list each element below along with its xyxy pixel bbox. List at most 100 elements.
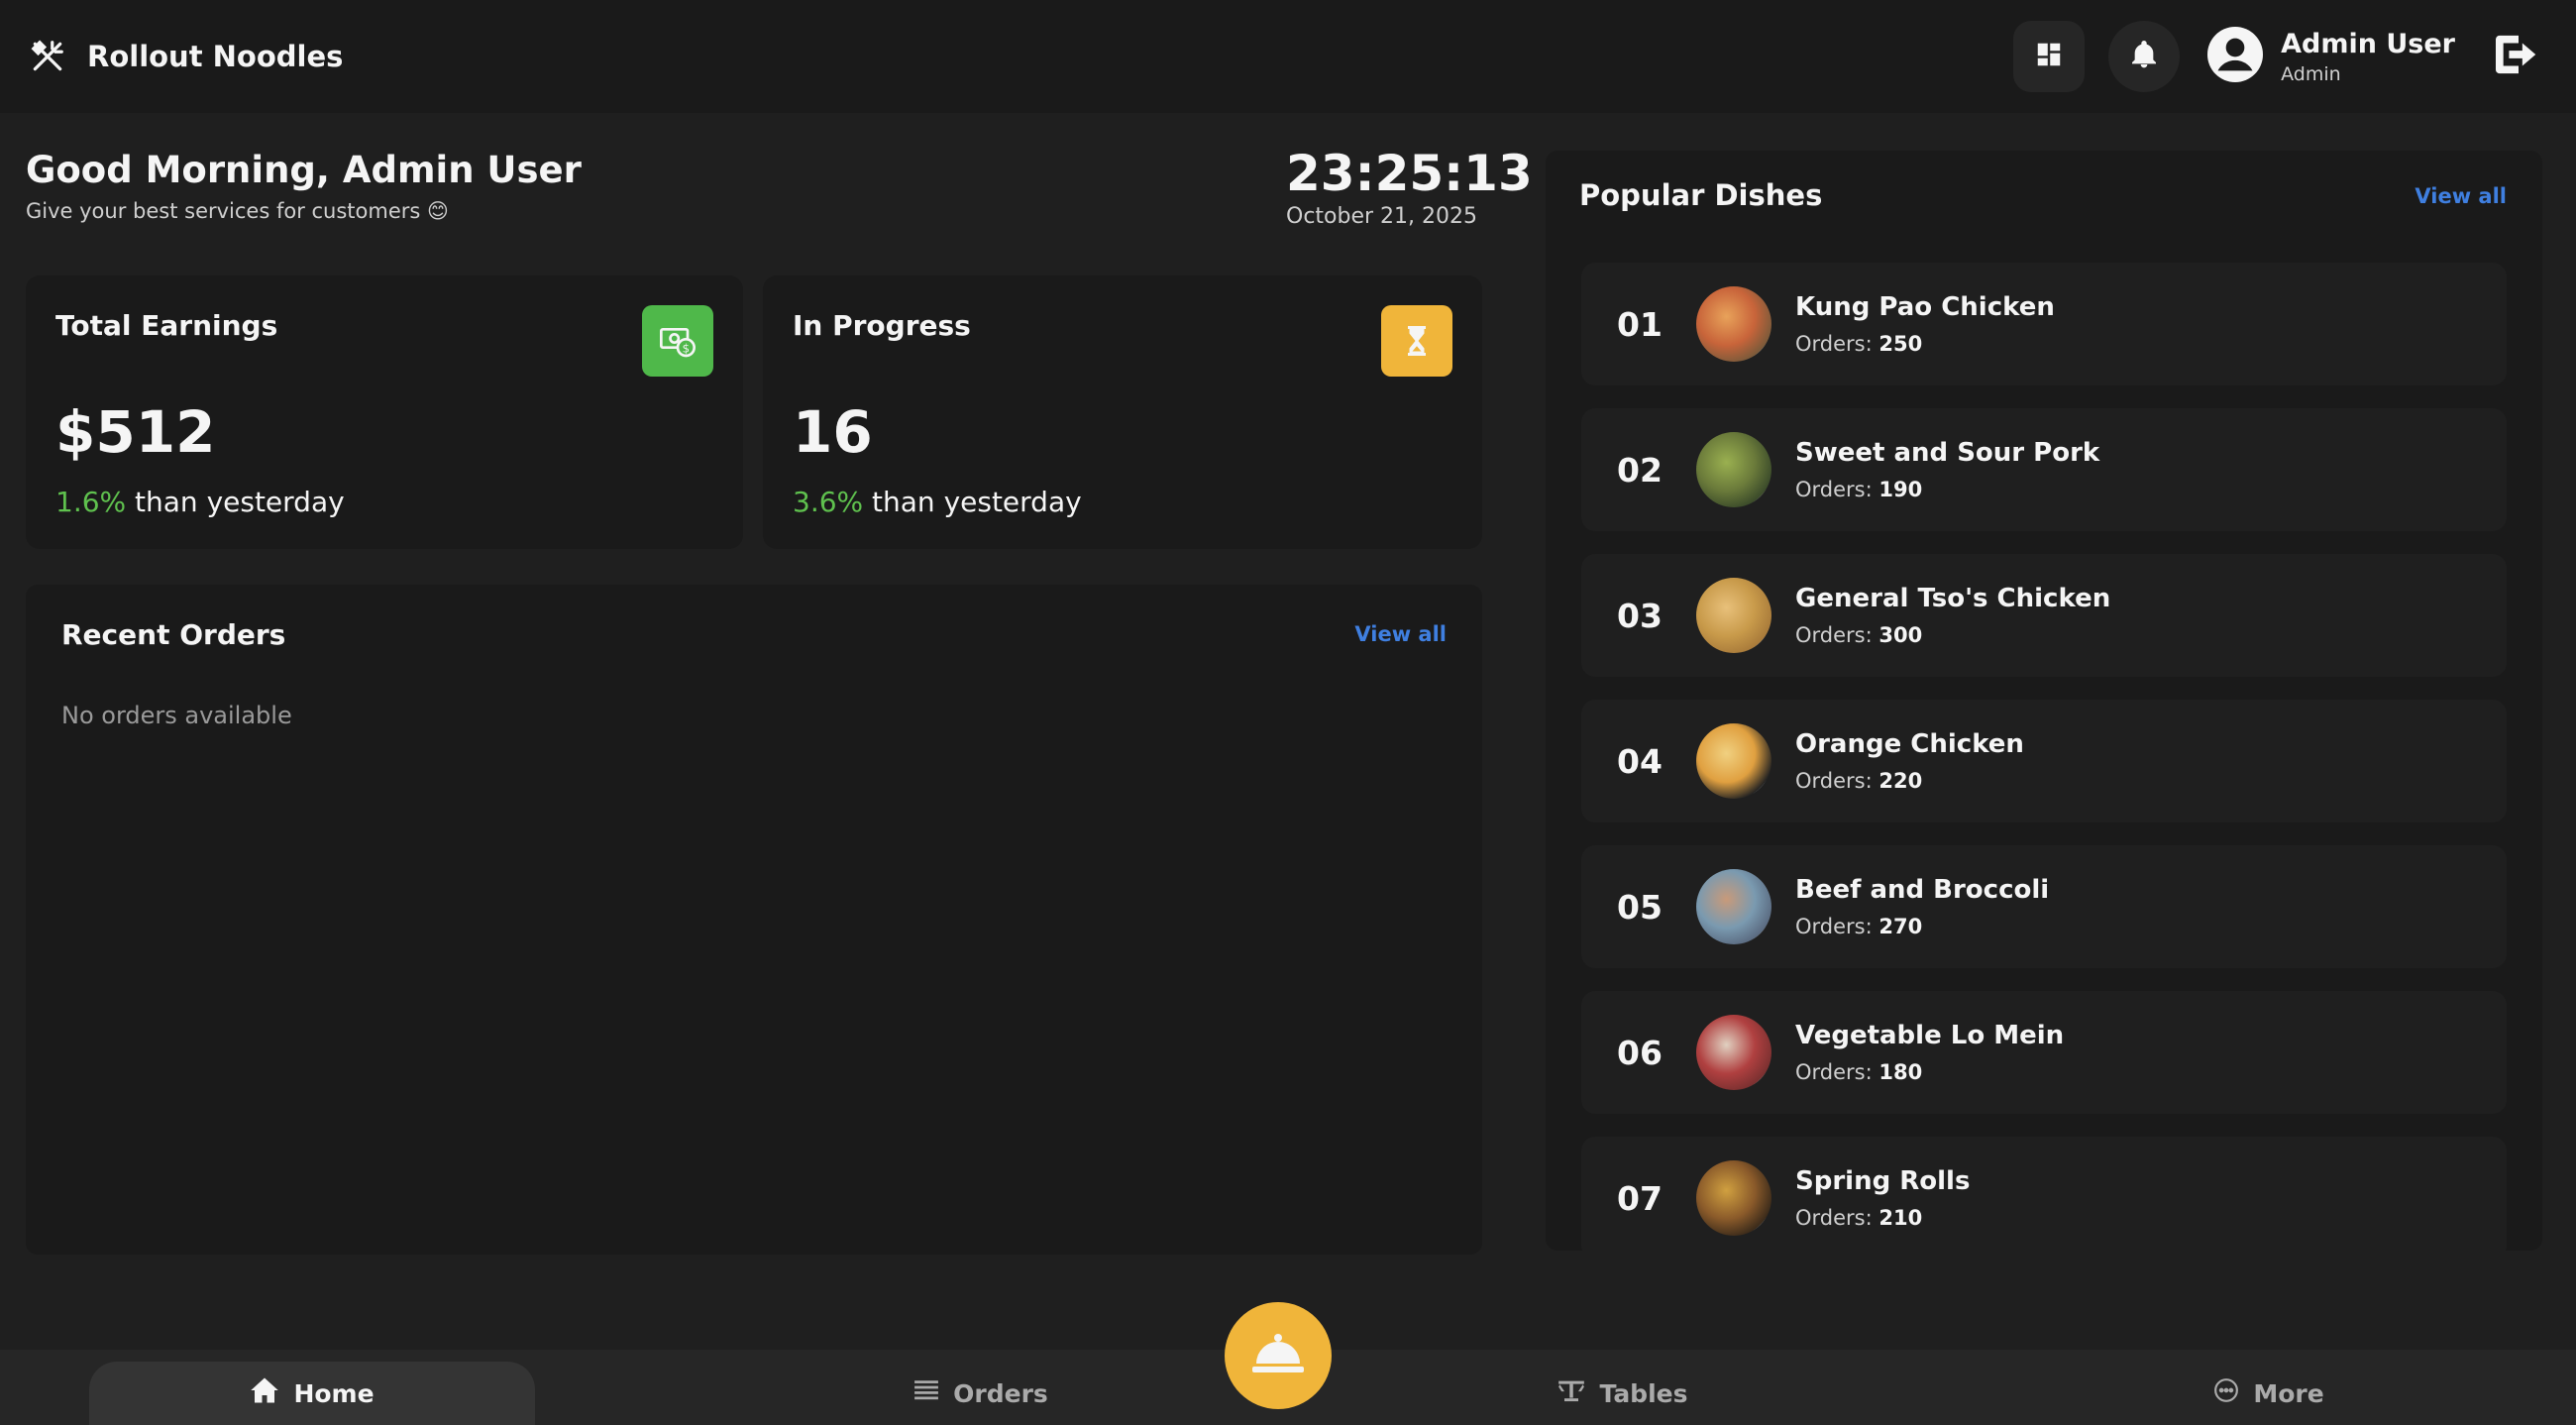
user-role: Admin [2281,62,2341,85]
dish-thumbnail [1696,869,1771,944]
user-profile[interactable]: Admin User Admin [2207,27,2455,86]
table-icon [1557,1377,1585,1409]
dish-rank: 07 [1617,1178,1663,1218]
nav-tables[interactable]: Tables [1534,1362,1712,1425]
dashboard-button[interactable] [2013,21,2086,92]
greeting-title: Good Morning, Admin User [26,149,582,191]
dish-name: Orange Chicken [1795,729,2024,759]
dish-name: Sweet and Sour Pork [1795,438,2100,468]
dish-rank: 02 [1617,450,1663,490]
total-earnings-pct: 1.6% [55,486,127,518]
nav-more-label: More [2253,1378,2324,1408]
dish-orders-count: 180 [1878,1060,1923,1084]
dish-thumbnail [1696,1015,1771,1090]
dish-orders-label: Orders: [1795,478,1873,501]
dish-thumbnail [1696,286,1771,362]
total-earnings-value: $512 [55,398,216,466]
dish-orders-label: Orders: [1795,332,1873,356]
dish-orders: Orders: 270 [1795,915,2049,938]
nav-home[interactable]: Home [89,1362,535,1425]
money-icon: $ [642,305,713,377]
cloche-icon [1250,1332,1306,1379]
dish-rank: 06 [1617,1033,1663,1072]
clock: 23:25:13 October 21, 2025 [1286,145,1533,229]
top-bar: Rollout Noodles Admin User Admin [0,0,2576,113]
dish-rank: 01 [1617,304,1663,344]
dashboard-icon [2034,40,2064,73]
dish-thumbnail [1696,578,1771,653]
dish-orders-count: 300 [1878,623,1923,647]
dish-orders: Orders: 220 [1795,769,2024,793]
notifications-button[interactable] [2108,21,2181,92]
dish-orders: Orders: 210 [1795,1206,1970,1230]
dish-name: Beef and Broccoli [1795,875,2050,905]
in-progress-title: In Progress [793,309,971,342]
in-progress-value: 16 [793,398,873,466]
dish-orders-label: Orders: [1795,1206,1873,1230]
dish-orders: Orders: 250 [1795,332,2055,356]
popular-dishes-view-all-link[interactable]: View all [2415,184,2507,208]
dish-orders-count: 190 [1878,478,1923,501]
dish-row[interactable]: 01 Kung Pao Chicken Orders: 250 [1581,263,2507,385]
greeting: Good Morning, Admin User Give your best … [26,149,582,223]
hourglass-icon [1381,305,1452,377]
recent-orders-view-all-link[interactable]: View all [1354,622,1447,646]
total-earnings-suffix: than yesterday [126,486,345,518]
dish-orders-count: 270 [1878,915,1923,938]
dish-row[interactable]: 07 Spring Rolls Orders: 210 [1581,1137,2507,1251]
dish-orders-count: 250 [1878,332,1923,356]
list-icon [913,1378,939,1408]
total-earnings-card: Total Earnings $ $512 1.6% than yesterda… [26,275,743,549]
total-earnings-delta: 1.6% than yesterday [55,486,345,518]
dish-orders-label: Orders: [1795,769,1873,793]
main-content: Good Morning, Admin User Give your best … [0,113,1542,1348]
clock-date: October 21, 2025 [1286,204,1478,229]
dish-orders-label: Orders: [1795,623,1873,647]
dish-rank: 04 [1617,741,1663,781]
dish-orders-count: 210 [1878,1206,1923,1230]
nav-home-label: Home [293,1378,375,1408]
dish-row[interactable]: 02 Sweet and Sour Pork Orders: 190 [1581,408,2507,531]
dish-row[interactable]: 03 General Tso's Chicken Orders: 300 [1581,554,2507,677]
avatar [2207,27,2264,86]
total-earnings-title: Total Earnings [55,309,278,342]
dish-row[interactable]: 05 Beef and Broccoli Orders: 270 [1581,845,2507,968]
dish-row[interactable]: 04 Orange Chicken Orders: 220 [1581,700,2507,822]
recent-orders-panel: Recent Orders View all No orders availab… [26,585,1482,1255]
dish-list: 01 Kung Pao Chicken Orders: 250 02 Sweet and… [1581,263,2507,1251]
dish-name: Spring Rolls [1795,1166,1971,1196]
dish-name: General Tso's Chicken [1795,584,2111,613]
dish-orders-label: Orders: [1795,915,1873,938]
dish-name: Vegetable Lo Mein [1795,1021,2065,1050]
bell-icon [2128,39,2160,74]
dish-row[interactable]: 06 Vegetable Lo Mein Orders: 180 [1581,991,2507,1114]
dish-thumbnail [1696,1160,1771,1236]
logout-icon [2492,32,2545,81]
in-progress-delta: 3.6% than yesterday [793,486,1082,518]
in-progress-suffix: than yesterday [863,486,1082,518]
recent-orders-empty: No orders available [61,702,292,729]
dish-thumbnail [1696,432,1771,507]
dish-orders: Orders: 190 [1795,478,2099,501]
in-progress-card: In Progress 16 3.6% than yesterday [763,275,1482,549]
dish-name: Kung Pao Chicken [1795,292,2055,322]
svg-text:$: $ [683,342,690,356]
more-icon [2213,1377,2239,1409]
dish-orders: Orders: 180 [1795,1060,2064,1084]
greeting-subtitle: Give your best services for customers 😊 [26,199,449,223]
nav-tables-label: Tables [1599,1378,1688,1408]
dish-orders-label: Orders: [1795,1060,1873,1084]
home-icon [250,1376,279,1410]
brand-name: Rollout Noodles [87,40,344,73]
brand[interactable]: Rollout Noodles [28,37,343,76]
logout-button[interactable] [2489,27,2548,86]
nav-orders[interactable]: Orders [892,1362,1070,1425]
user-name: Admin User [2281,28,2455,59]
fork-knife-icon [28,37,67,76]
dish-rank: 05 [1617,887,1663,927]
popular-dishes-title: Popular Dishes [1579,178,1823,212]
nav-more[interactable]: More [2180,1362,2358,1425]
recent-orders-title: Recent Orders [61,618,286,651]
new-order-button[interactable] [1225,1302,1332,1409]
dish-thumbnail [1696,723,1771,799]
